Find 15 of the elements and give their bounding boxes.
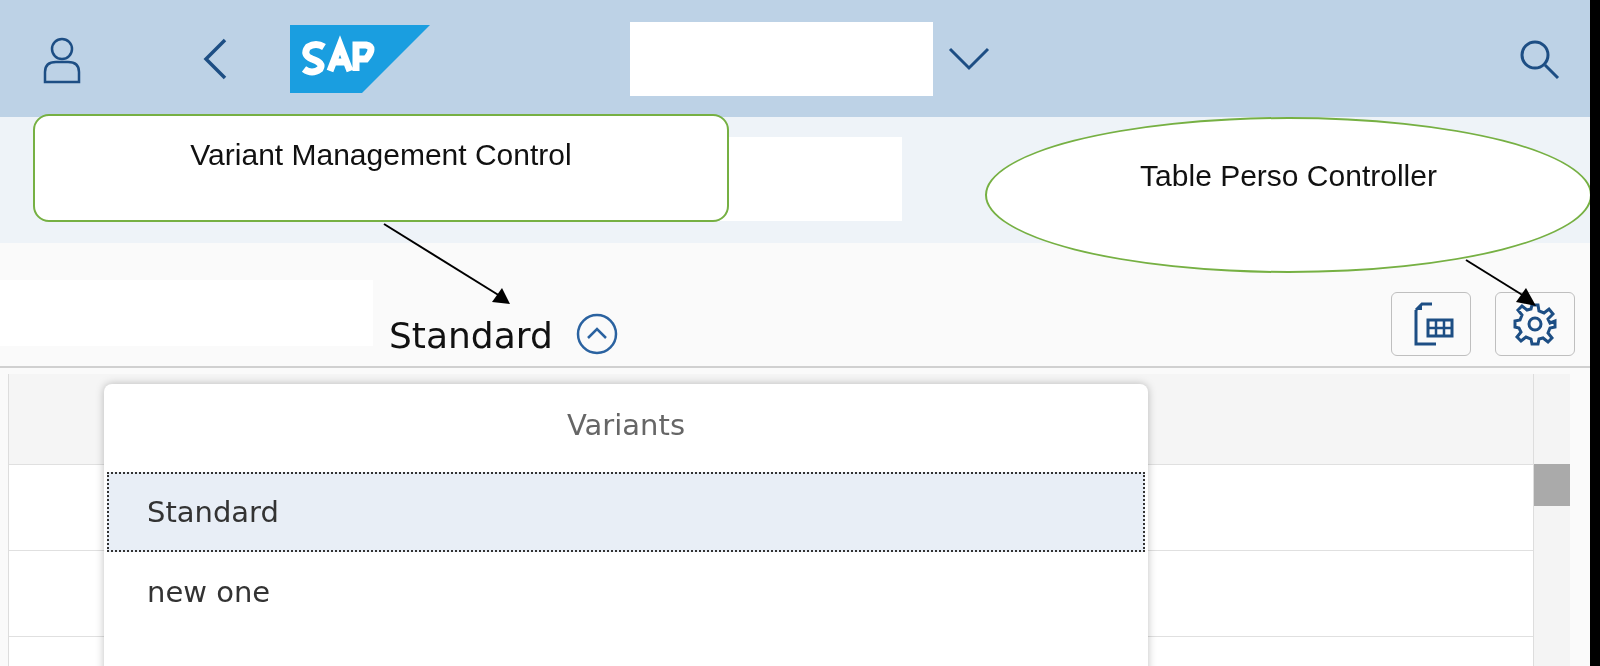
logo-icon <box>290 24 430 93</box>
back-icon[interactable] <box>202 37 228 80</box>
scrollbar-thumb[interactable] <box>1534 464 1570 506</box>
variant-title[interactable]: Standard <box>389 315 553 356</box>
chevron-circle-icon[interactable] <box>574 312 619 356</box>
variant-item[interactable]: new one <box>107 552 1145 632</box>
chevron-down-icon[interactable] <box>948 46 990 71</box>
settings-button[interactable] <box>1495 292 1575 356</box>
callout-text: Variant Management Control <box>190 138 572 172</box>
scrollbar[interactable] <box>1533 374 1570 666</box>
popover-title: Variants <box>566 407 686 444</box>
callout-text: Table Perso Controller <box>1140 159 1437 193</box>
settings-icon <box>1513 302 1557 346</box>
export-button[interactable] <box>1391 292 1471 356</box>
variant-item[interactable]: Standard <box>107 472 1145 552</box>
